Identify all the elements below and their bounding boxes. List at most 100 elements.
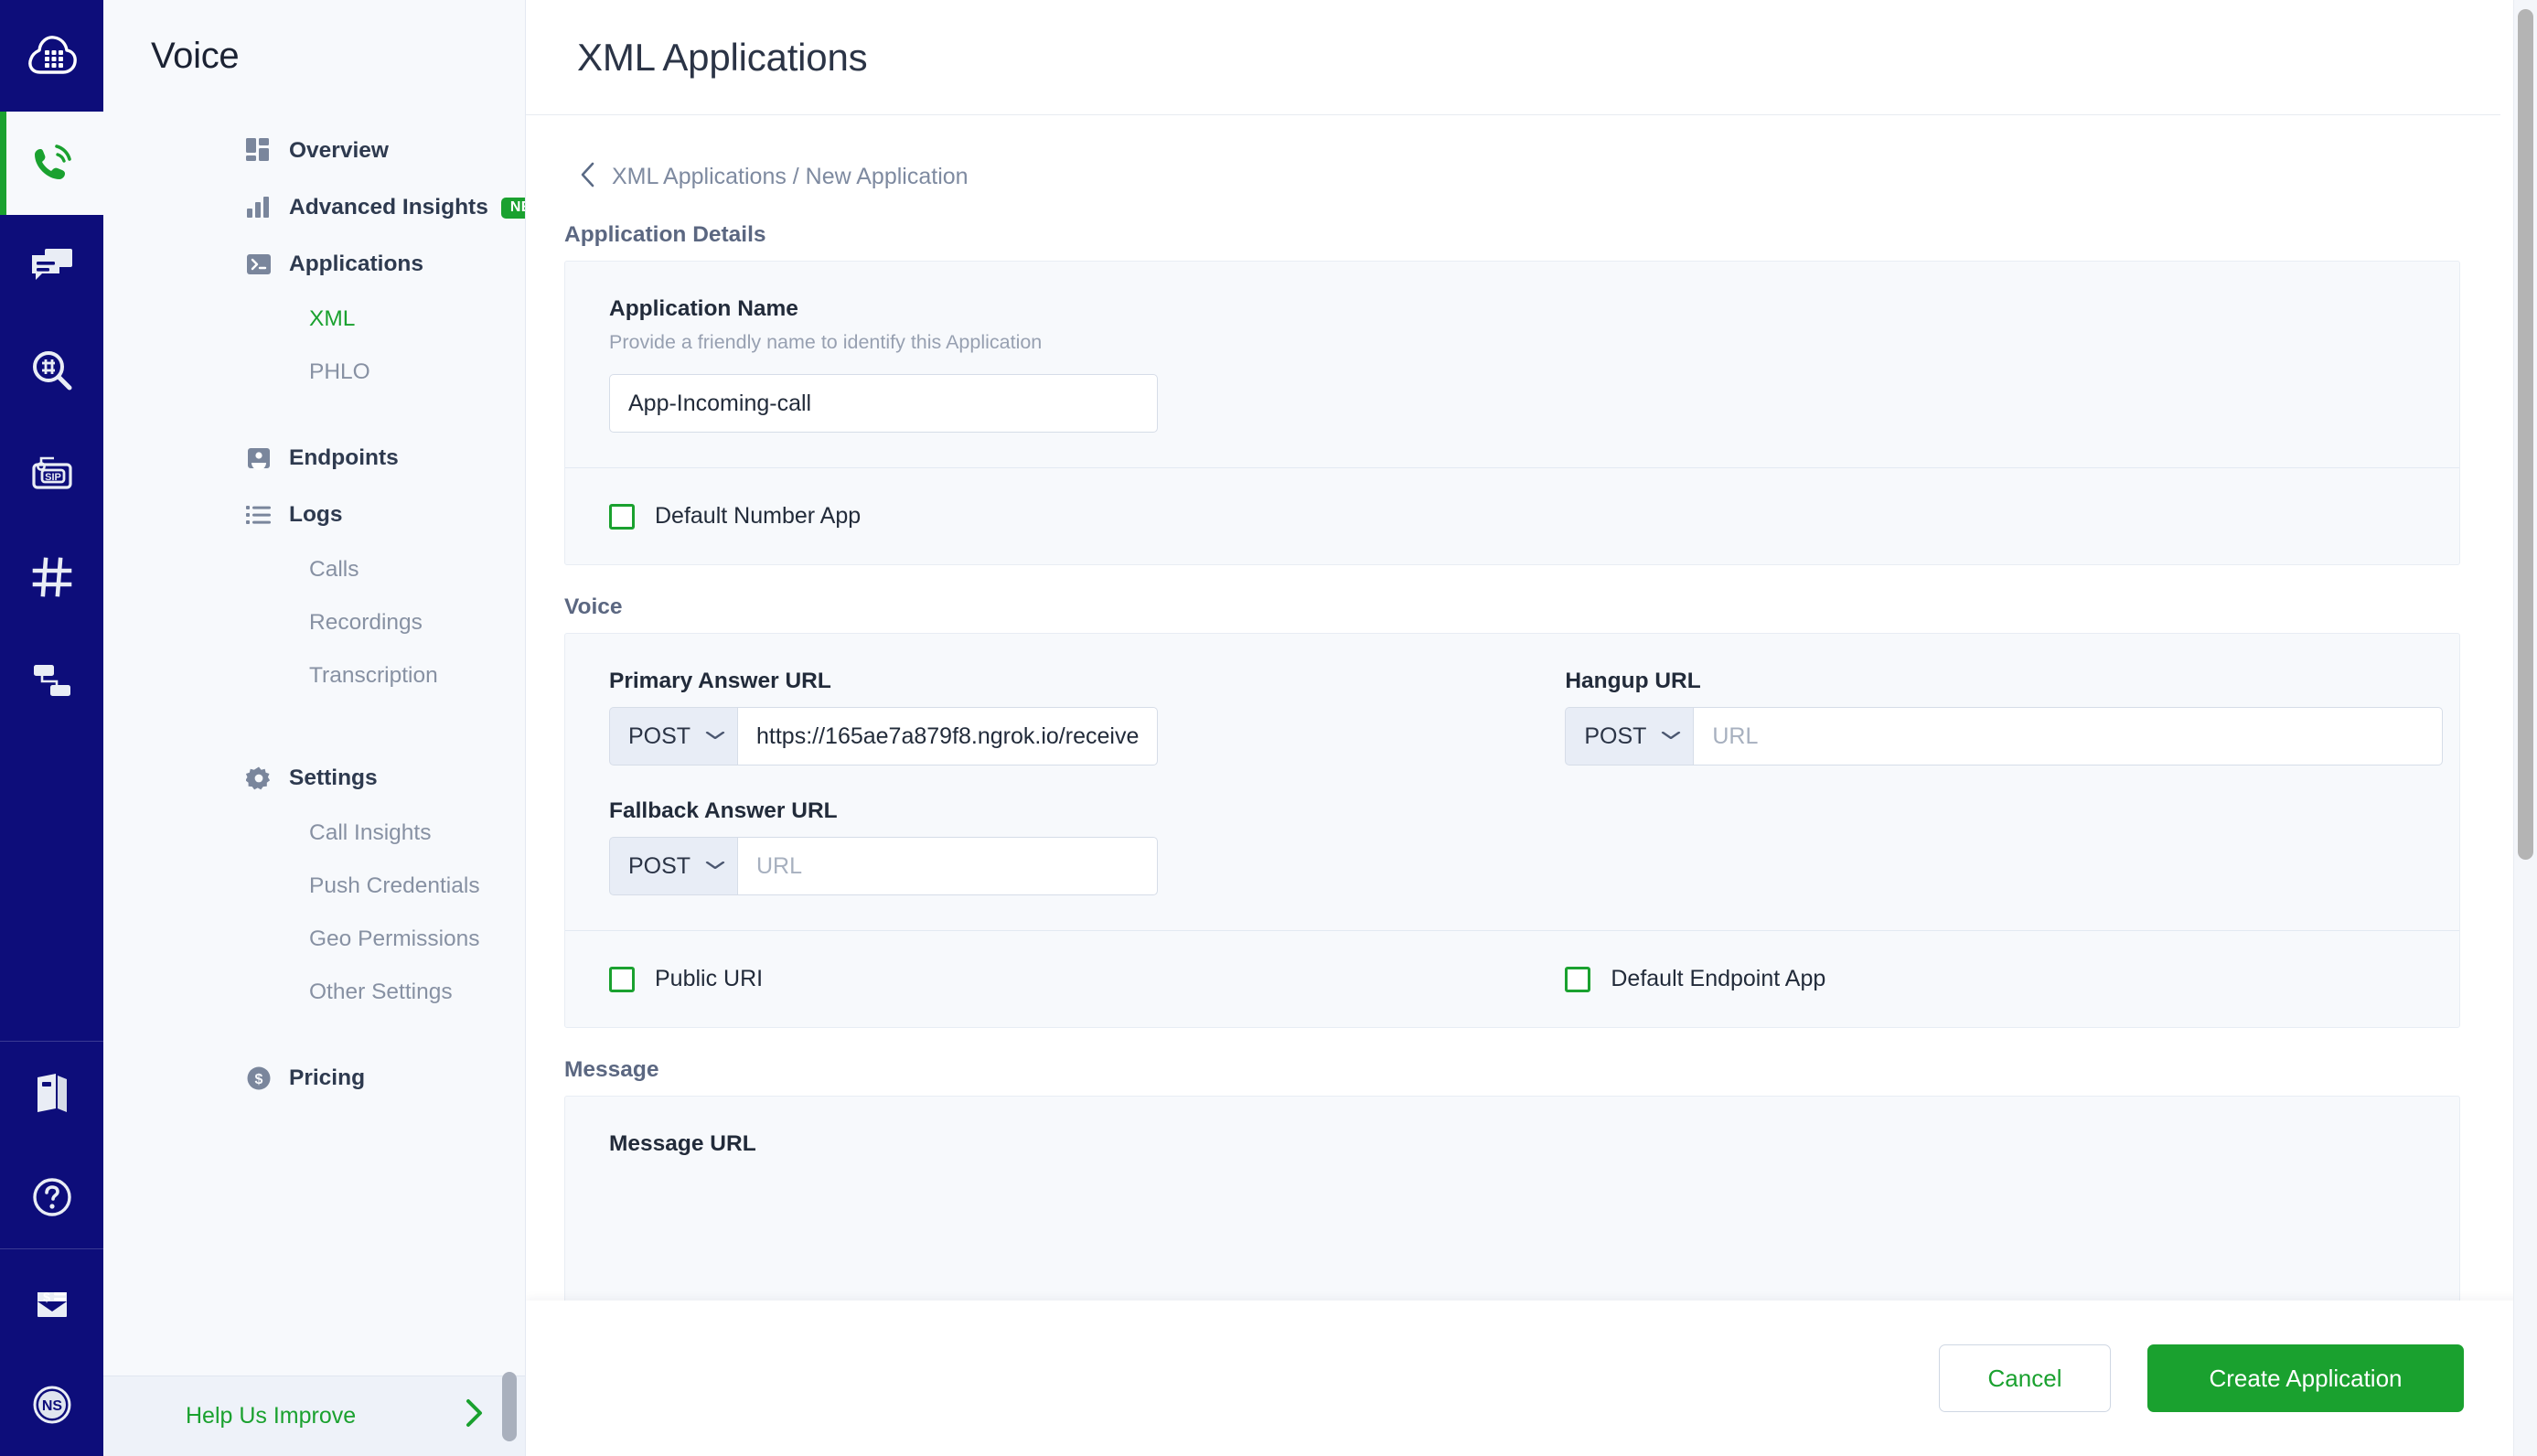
sidebar-item-overview[interactable]: Overview [103, 123, 525, 179]
hangup-url-method-value: POST [1584, 723, 1647, 749]
sidebar-item-applications[interactable]: Applications [103, 236, 525, 293]
nav-gap-2 [103, 702, 525, 750]
sidebar-subitem-calls[interactable]: Calls [103, 543, 525, 596]
rail-item-zentrunk[interactable]: SIP [0, 422, 103, 525]
sidebar-item-label: Endpoints [289, 445, 399, 470]
sidebar-subitem-call-insights[interactable]: Call Insights [103, 807, 525, 860]
default-endpoint-app-label: Default Endpoint App [1611, 966, 1826, 991]
help-us-improve-label: Help Us Improve [186, 1403, 357, 1429]
voice-checkbox-row: Public URI Default Endpoint App [565, 931, 2459, 1027]
rail-item-flows[interactable] [0, 628, 103, 732]
sidebar-subitem-phlo[interactable]: PHLO [103, 346, 525, 399]
chevron-left-icon[interactable] [579, 161, 597, 193]
section-label-application-details: Application Details [564, 222, 766, 247]
chevron-right-icon [465, 1397, 485, 1435]
page-title: XML Applications [577, 35, 868, 79]
nav-gap-3 [103, 1019, 525, 1050]
fallback-answer-url-input[interactable] [737, 837, 1158, 895]
fallback-answer-url-label: Fallback Answer URL [609, 798, 838, 823]
rail-item-voice[interactable] [0, 112, 103, 215]
form-action-bar: Cancel Create Application [526, 1301, 2537, 1456]
sidebar-nav: Overview Advanced Insights NEW [103, 112, 525, 1376]
section-label-message: Message [564, 1057, 659, 1082]
rail-item-phone-numbers[interactable] [0, 525, 103, 628]
sidebar-subitem-transcription[interactable]: Transcription [103, 649, 525, 702]
fallback-answer-url-method-select[interactable]: POST [609, 837, 737, 895]
sidebar-item-label: Applications [289, 252, 424, 276]
public-uri-label: Public URI [655, 966, 764, 991]
hangup-url-label: Hangup URL [1565, 669, 1701, 693]
voice-card: Primary Answer URL POST https://165ae7a8… [564, 633, 2460, 1028]
product-icon-rail: SIP $ NS [0, 0, 103, 1456]
sidebar-subitem-recordings[interactable]: Recordings [103, 596, 525, 649]
main-content: XML Applications XML Applications / New … [526, 0, 2537, 1456]
primary-answer-url-method-value: POST [628, 723, 691, 749]
rail-item-lookup[interactable] [0, 318, 103, 422]
create-application-button[interactable]: Create Application [2147, 1344, 2464, 1412]
voice-urls-right-column: Hangup URL POST [1534, 669, 2459, 895]
app-root: SIP $ NS Voice Overview Advanced Insight… [0, 0, 2537, 1456]
sidebar-item-advanced-insights[interactable]: Advanced Insights NEW [103, 179, 525, 236]
sidebar-subitem-other-settings[interactable]: Other Settings [103, 966, 525, 1019]
sidebar-item-settings[interactable]: Settings [103, 750, 525, 807]
gear-icon [245, 765, 273, 792]
breadcrumb-text[interactable]: XML Applications / New Application [612, 164, 969, 190]
sidebar-subitem-geo-permissions[interactable]: Geo Permissions [103, 913, 525, 966]
primary-answer-url-input[interactable] [737, 707, 1158, 765]
chevron-down-icon [704, 857, 725, 875]
page-scrollbar-thumb[interactable] [2518, 9, 2533, 860]
svg-text:$: $ [255, 1072, 263, 1087]
section-label-voice: Voice [564, 594, 623, 619]
cancel-button[interactable]: Cancel [1939, 1344, 2111, 1412]
message-url-row: Message URL [565, 1097, 2459, 1301]
application-name-row: Application Name Provide a friendly name… [565, 262, 2459, 467]
fallback-answer-url-method-value: POST [628, 852, 691, 879]
help-us-improve-button[interactable]: Help Us Improve [103, 1376, 525, 1456]
rail-item-billing[interactable]: $ [0, 1249, 103, 1353]
hangup-url-method-select[interactable]: POST [1565, 707, 1694, 765]
breadcrumb[interactable]: XML Applications / New Application [526, 115, 2537, 193]
lookup-magnifier-icon [30, 348, 74, 392]
nav-gap-1 [103, 399, 525, 430]
message-card: Message URL [564, 1096, 2460, 1301]
sidebar-scrollbar-thumb[interactable] [502, 1372, 517, 1441]
billing-envelope-icon: $ [31, 1281, 73, 1322]
page-scrollbar-track[interactable] [2513, 0, 2537, 1456]
application-name-input[interactable] [609, 374, 1158, 433]
sidebar-subitem-push-credentials[interactable]: Push Credentials [103, 860, 525, 913]
grid-dashboard-icon [245, 137, 273, 165]
rail-item-account[interactable]: NS [0, 1353, 103, 1456]
page-scroll-area: XML Applications / New Application Appli… [526, 115, 2537, 1301]
bar-chart-icon [245, 194, 273, 221]
voice-urls-row: Primary Answer URL POST https://165ae7a8… [565, 634, 2459, 930]
sidebar-item-endpoints[interactable]: Endpoints [103, 430, 525, 487]
flow-nodes-icon [30, 661, 74, 700]
phone-call-icon [29, 141, 75, 187]
plivo-cloud-dialpad-logo-icon[interactable] [0, 0, 103, 112]
hangup-url-block: Hangup URL POST [1565, 669, 2459, 765]
sidebar-subitem-xml[interactable]: XML [103, 293, 525, 346]
rail-item-help[interactable] [0, 1145, 103, 1248]
sidebar-item-pricing[interactable]: $ Pricing [103, 1050, 525, 1107]
list-lines-icon [245, 501, 273, 529]
rail-item-messaging[interactable] [0, 215, 103, 318]
default-number-app-row: Default Number App [565, 468, 2459, 564]
primary-answer-url-block: Primary Answer URL POST [609, 669, 1534, 765]
public-uri-col: Public URI [609, 966, 1534, 992]
rail-item-docs[interactable] [0, 1042, 103, 1145]
default-number-app-checkbox[interactable] [609, 503, 635, 530]
application-details-card: Application Name Provide a friendly name… [564, 261, 2460, 565]
page-header: XML Applications [526, 0, 2500, 115]
voice-urls-left-column: Primary Answer URL POST https://165ae7a8… [609, 669, 1534, 895]
primary-answer-url-label: Primary Answer URL [609, 669, 831, 693]
application-name-label: Application Name [609, 296, 798, 321]
sidebar-item-logs[interactable]: Logs [103, 487, 525, 543]
default-endpoint-app-col: Default Endpoint App [1534, 966, 2459, 992]
fallback-answer-url-block: Fallback Answer URL POST [609, 798, 1534, 895]
hangup-url-input[interactable] [1693, 707, 2444, 765]
primary-answer-url-method-select[interactable]: POST [609, 707, 737, 765]
public-uri-checkbox[interactable] [609, 966, 635, 992]
default-endpoint-app-checkbox[interactable] [1565, 966, 1591, 992]
sidebar-item-label: Logs [289, 502, 343, 527]
sidebar-item-label: Settings [289, 765, 378, 790]
